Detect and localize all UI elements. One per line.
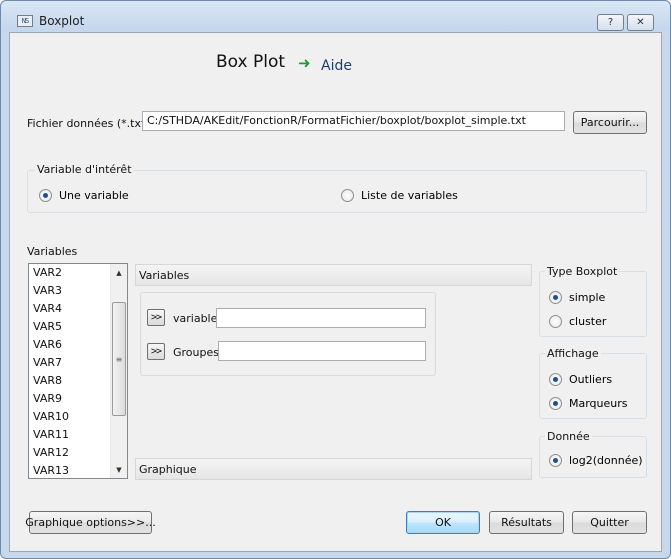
add-variable-button[interactable]: >>	[147, 309, 165, 326]
variable-interest-title: Variable d'intérêt	[35, 163, 134, 176]
checkbox-markers[interactable]: Marqueurs	[549, 397, 628, 410]
title-bar[interactable]: NS Boxplot ? ✕	[1, 1, 670, 31]
graph-options-button[interactable]: Graphique options>>...	[25, 511, 156, 534]
radio-type-simple[interactable]: simple	[549, 291, 605, 304]
graphique-section-header[interactable]: Graphique	[135, 458, 532, 480]
page-title: Box Plot	[216, 52, 286, 72]
scroll-up-icon[interactable]: ▲	[111, 264, 127, 281]
dialog-client-area: Box Plot ➜ Aide Fichier données (*.txt) …	[9, 32, 662, 552]
variables-list-label: Variables	[27, 245, 78, 258]
list-item[interactable]: VAR10	[29, 408, 111, 426]
results-button[interactable]: Résultats	[489, 511, 564, 534]
scroll-down-icon[interactable]: ▼	[111, 461, 127, 478]
file-label: Fichier données (*.txt)	[27, 117, 150, 130]
list-item[interactable]: VAR6	[29, 336, 111, 354]
radio-circle-icon	[549, 373, 562, 386]
radio-circle-icon	[39, 189, 52, 202]
close-button[interactable]: ✕	[627, 14, 654, 31]
checkbox-log2[interactable]: log2(donnée)	[549, 454, 643, 467]
variable-field[interactable]	[216, 308, 426, 328]
radio-circle-icon	[549, 454, 562, 467]
variable-field-label: variable	[173, 312, 218, 325]
variables-section-header[interactable]: Variables	[135, 264, 532, 286]
help-button[interactable]: ?	[597, 14, 624, 31]
radio-label: simple	[569, 291, 606, 304]
list-item[interactable]: VAR13	[29, 462, 111, 478]
groups-field[interactable]	[218, 341, 426, 361]
ok-button[interactable]: OK	[406, 511, 480, 534]
variables-assign-panel: >> variable >> Groupes	[140, 292, 436, 376]
list-item[interactable]: VAR4	[29, 300, 111, 318]
scroll-thumb[interactable]: ≡	[112, 302, 126, 416]
list-item[interactable]: VAR8	[29, 372, 111, 390]
radio-variable-list[interactable]: Liste de variables	[341, 189, 458, 202]
list-item[interactable]: VAR2	[29, 264, 111, 282]
dialog-window: NS Boxplot ? ✕ Box Plot ➜ Aide Fichier d…	[0, 0, 671, 559]
arrow-right-icon[interactable]: ➜	[298, 56, 314, 71]
radio-label: Marqueurs	[569, 397, 628, 410]
affichage-title: Affichage	[545, 347, 601, 360]
list-item[interactable]: VAR5	[29, 318, 111, 336]
radio-label: log2(donnée)	[569, 454, 643, 467]
window-title: Boxplot	[39, 14, 85, 28]
donnee-title: Donnée	[545, 430, 592, 443]
help-link[interactable]: Aide	[321, 58, 352, 74]
browse-button[interactable]: Parcourir...	[573, 111, 647, 134]
radio-label: cluster	[569, 315, 607, 328]
list-item[interactable]: VAR7	[29, 354, 111, 372]
radio-label: Liste de variables	[361, 189, 458, 202]
radio-circle-icon	[549, 315, 562, 328]
radio-circle-icon	[549, 291, 562, 304]
list-item[interactable]: VAR12	[29, 444, 111, 462]
app-icon: NS	[17, 15, 33, 27]
variables-listbox[interactable]: VAR2 VAR3 VAR4 VAR5 VAR6 VAR7 VAR8 VAR9 …	[28, 263, 128, 479]
type-boxplot-title: Type Boxplot	[545, 265, 620, 278]
groups-field-label: Groupes	[173, 346, 219, 359]
list-item[interactable]: VAR9	[29, 390, 111, 408]
list-item[interactable]: VAR11	[29, 426, 111, 444]
radio-single-variable[interactable]: Une variable	[39, 189, 129, 202]
radio-type-cluster[interactable]: cluster	[549, 315, 606, 328]
radio-circle-icon	[341, 189, 354, 202]
quit-button[interactable]: Quitter	[572, 511, 647, 534]
radio-label: Une variable	[59, 189, 129, 202]
radio-circle-icon	[549, 397, 562, 410]
add-group-button[interactable]: >>	[147, 343, 165, 360]
list-scrollbar[interactable]: ▲ ≡ ▼	[110, 264, 127, 478]
file-path-input[interactable]: C:/STHDA/AKEdit/FonctionR/FormatFichier/…	[142, 111, 565, 131]
checkbox-outliers[interactable]: Outliers	[549, 373, 612, 386]
list-item[interactable]: VAR3	[29, 282, 111, 300]
radio-label: Outliers	[569, 373, 613, 386]
